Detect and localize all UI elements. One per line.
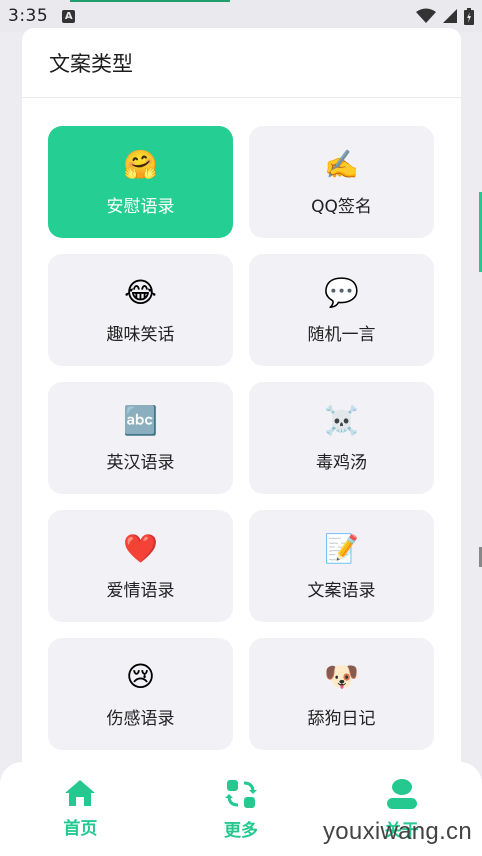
status-accent-strip [70,0,230,2]
card-emoji-icon: 🔤 [123,403,158,437]
card-emoji-icon: 🐶 [324,659,359,693]
nav-home[interactable]: 首页 [20,778,140,839]
card-label: 爱情语录 [106,580,175,601]
card-qq-signature[interactable]: ✍️ QQ签名 [249,126,434,238]
sheet-title: 文案类型 [22,28,461,98]
nav-home-label: 首页 [63,819,98,839]
status-icons [416,7,474,25]
card-label: 随机一言 [307,324,376,345]
nav-more[interactable]: 更多 [181,778,301,841]
card-english-chinese[interactable]: 🔤 英汉语录 [48,382,233,494]
card-emoji-icon: 😂 [124,275,157,309]
card-label: 伤感语录 [106,708,175,729]
card-love[interactable]: ❤️ 爱情语录 [48,510,233,622]
card-emoji-icon: ❤️ [123,531,158,565]
notification-a-icon: A [62,9,76,23]
card-copywriting[interactable]: 📝 文案语录 [249,510,434,622]
card-label: 趣味笑话 [106,324,175,345]
nav-more-label: 更多 [223,821,258,841]
card-emoji-icon: 😢 [125,659,156,693]
card-comfort[interactable]: 🤗 安慰语录 [48,126,233,238]
card-simp-diary[interactable]: 🐶 舔狗日记 [249,638,434,750]
card-random-quote[interactable]: 💬 随机一言 [249,254,434,366]
watermark: youxiwang.cn [322,818,472,845]
card-sad[interactable]: 😢 伤感语录 [48,638,233,750]
swap-icon [224,780,257,808]
home-icon [65,780,96,806]
card-label: QQ签名 [311,196,372,217]
wifi-icon [416,8,436,23]
card-emoji-icon: ☠️ [324,403,359,437]
status-time: 3:35 [8,6,49,26]
card-label: 英汉语录 [106,452,175,473]
card-label: 安慰语录 [106,196,175,217]
signal-icon [443,9,457,23]
copy-type-grid: 🤗 安慰语录 ✍️ QQ签名 😂 趣味笑话 💬 随机一言 🔤 英汉语录 ☠️ 毒鸡汤 ❤️ 爱情语录 📝 文案… [48,126,434,750]
card-label: 毒鸡汤 [316,452,367,473]
card-emoji-icon: 💬 [324,275,359,309]
card-joke[interactable]: 😂 趣味笑话 [48,254,233,366]
card-label: 文案语录 [307,580,376,601]
user-icon [386,779,417,809]
card-emoji-icon: 📝 [324,531,359,565]
card-label: 舔狗日记 [307,708,376,729]
card-emoji-icon: ✍️ [324,147,359,181]
card-emoji-icon: 🤗 [123,147,158,181]
copy-type-sheet: 文案类型 🤗 安慰语录 ✍️ QQ签名 😂 趣味笑话 💬 随机一言 🔤 英汉语录 ☠️ 毒鸡汤 ❤️ 爱情… [22,28,461,788]
card-toxic-soup[interactable]: ☠️ 毒鸡汤 [249,382,434,494]
battery-icon [464,7,474,25]
